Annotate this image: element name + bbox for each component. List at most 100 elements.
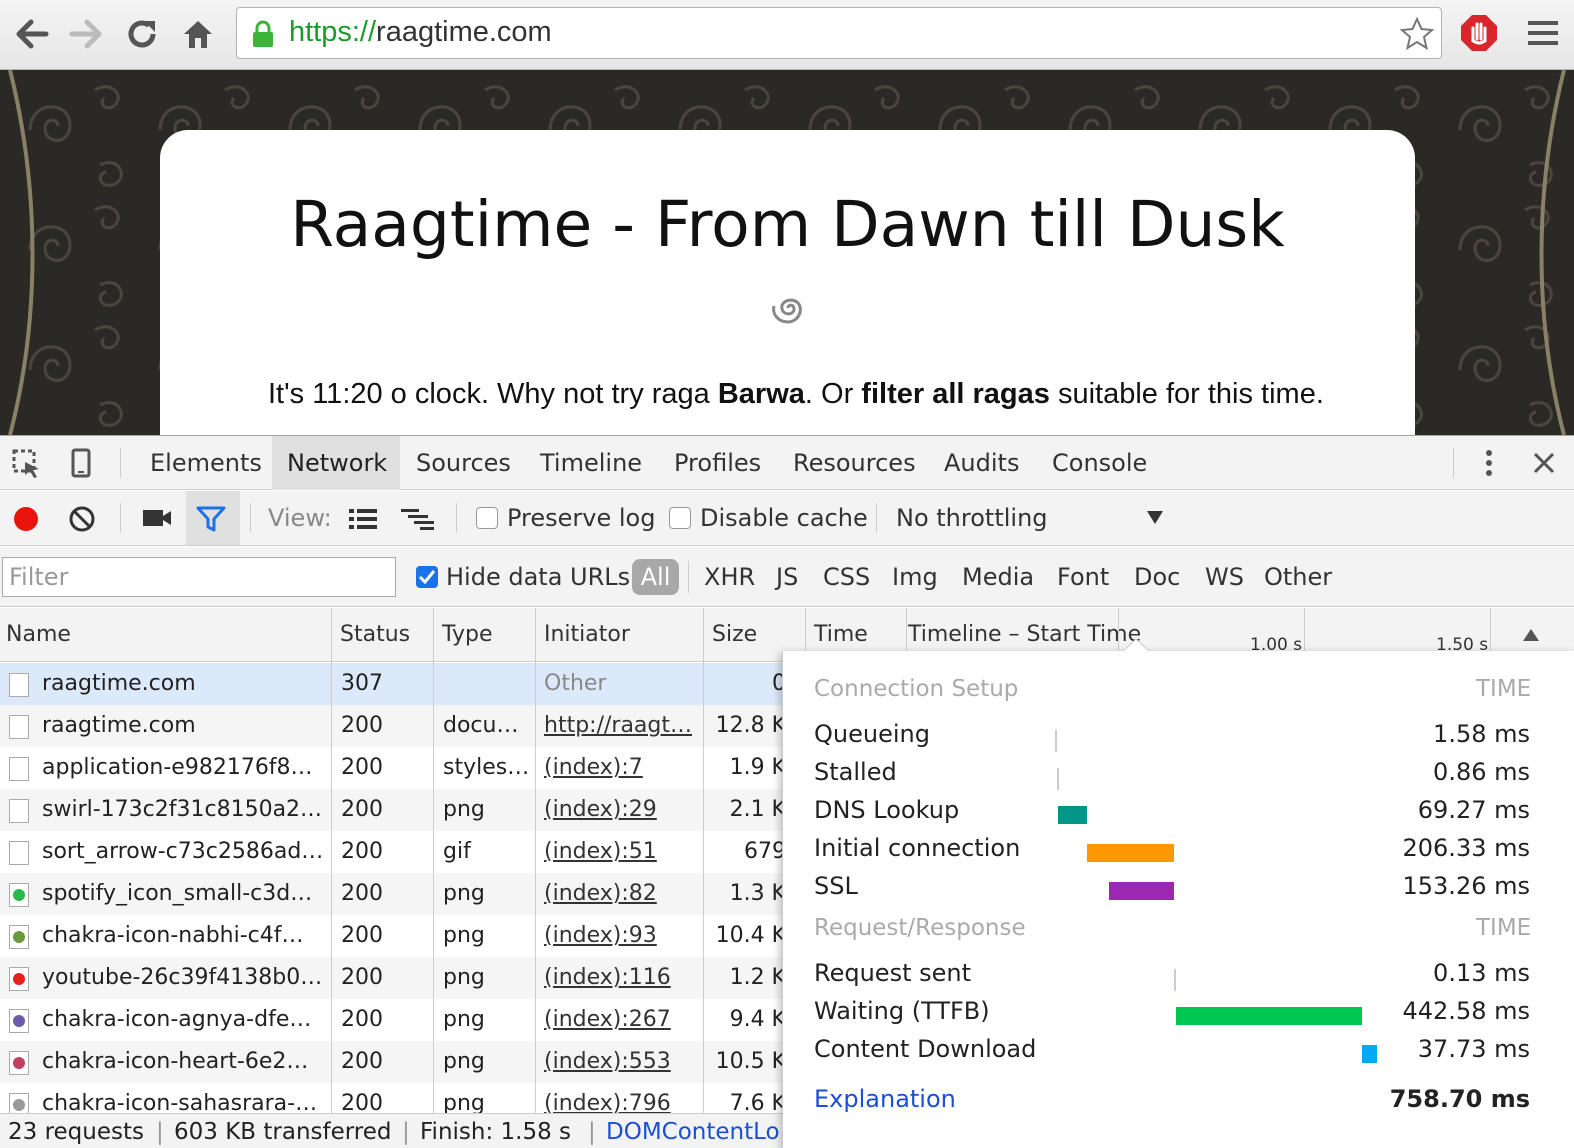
column-header-name[interactable]: Name xyxy=(0,608,71,662)
request-initiator[interactable]: (index):267 xyxy=(544,999,700,1041)
adblock-extension-button[interactable] xyxy=(1460,14,1500,54)
raga-link[interactable]: Barwa xyxy=(718,378,805,410)
tab-timeline[interactable]: Timeline xyxy=(540,436,642,490)
device-mode-icon[interactable] xyxy=(70,448,92,478)
column-header-initiator[interactable]: Initiator xyxy=(538,608,630,662)
reload-button[interactable] xyxy=(122,14,162,54)
network-toolbar: View: Preserve log Disable cache No thro… xyxy=(0,491,1574,546)
more-options-icon[interactable] xyxy=(1480,448,1498,478)
forward-button[interactable] xyxy=(66,14,106,54)
request-initiator[interactable]: (index):7 xyxy=(544,747,700,789)
request-name: youtube-26c39f4138b0… xyxy=(42,965,323,990)
timing-bar xyxy=(1087,844,1174,862)
large-rows-list-icon[interactable] xyxy=(348,507,378,531)
filter-ragas-link[interactable]: filter all ragas xyxy=(861,378,1050,410)
column-header-status[interactable]: Status xyxy=(334,608,410,662)
request-name: raagtime.com xyxy=(42,671,196,696)
request-name: raagtime.com xyxy=(42,713,196,738)
filter-funnel-icon[interactable] xyxy=(196,505,226,533)
file-icon xyxy=(9,715,29,739)
back-button[interactable] xyxy=(12,14,52,54)
clear-icon[interactable] xyxy=(68,505,96,533)
request-status: 200 xyxy=(341,713,383,738)
request-type: png xyxy=(443,965,485,990)
home-button[interactable] xyxy=(178,14,218,54)
file-icon xyxy=(9,883,29,907)
timing-label: DNS Lookup xyxy=(814,796,960,824)
dom-content-loaded: DOMContentLo xyxy=(606,1119,780,1145)
request-initiator[interactable]: (index):116 xyxy=(544,957,700,999)
request-size: 1.9 K xyxy=(729,755,786,780)
inspect-element-icon[interactable] xyxy=(12,449,42,479)
request-initiator[interactable]: (index):82 xyxy=(544,873,700,915)
url-text[interactable]: https://raagtime.com xyxy=(289,16,552,49)
stop-hand-icon xyxy=(1461,15,1497,51)
close-icon[interactable] xyxy=(1532,451,1556,475)
hide-data-urls-checkbox[interactable] xyxy=(415,565,439,589)
filter-type-media[interactable]: Media xyxy=(962,547,1034,607)
request-type: png xyxy=(443,797,485,822)
filter-type-other[interactable]: Other xyxy=(1264,547,1332,607)
menu-button[interactable] xyxy=(1526,18,1562,50)
request-initiator[interactable]: http://raagt… xyxy=(544,705,700,747)
request-type: png xyxy=(443,1007,485,1032)
filter-type-doc[interactable]: Doc xyxy=(1134,547,1180,607)
content-card: Raagtime - From Dawn till Dusk It's 11:2… xyxy=(160,130,1415,435)
tab-sources[interactable]: Sources xyxy=(416,436,511,490)
file-icon xyxy=(9,1009,29,1033)
request-initiator[interactable]: (index):796 xyxy=(544,1083,700,1113)
preserve-log-checkbox[interactable] xyxy=(476,507,498,529)
request-status: 200 xyxy=(341,881,383,906)
star-icon[interactable] xyxy=(1399,16,1435,52)
filter-type-font[interactable]: Font xyxy=(1057,547,1109,607)
filter-type-img[interactable]: Img xyxy=(892,547,938,607)
tab-console[interactable]: Console xyxy=(1052,436,1147,490)
request-status: 200 xyxy=(341,797,383,822)
time-header-2: TIME xyxy=(1476,915,1532,941)
disable-cache-label: Disable cache xyxy=(700,504,868,532)
explanation-link[interactable]: Explanation xyxy=(814,1085,956,1113)
timing-label: Initial connection xyxy=(814,834,1021,862)
filter-type-js[interactable]: JS xyxy=(776,547,798,607)
request-size: 1.2 K xyxy=(729,965,786,990)
dropdown-triangle-icon xyxy=(1147,511,1163,524)
timing-bar xyxy=(1057,768,1059,790)
timing-bar xyxy=(1058,806,1088,824)
swirl-icon xyxy=(772,298,802,324)
filter-type-css[interactable]: CSS xyxy=(823,547,870,607)
tab-profiles[interactable]: Profiles xyxy=(674,436,761,490)
column-header-type[interactable]: Type xyxy=(436,608,493,662)
filter-type-all[interactable]: All xyxy=(632,559,679,595)
file-icon xyxy=(9,925,29,949)
request-initiator[interactable]: (index):51 xyxy=(544,831,700,873)
address-bar[interactable]: https://raagtime.com xyxy=(236,7,1442,59)
request-initiator[interactable]: (index):29 xyxy=(544,789,700,831)
request-initiator[interactable]: (index):93 xyxy=(544,915,700,957)
filter-input[interactable] xyxy=(2,557,396,597)
tab-network[interactable]: Network xyxy=(272,436,400,490)
disable-cache-checkbox[interactable] xyxy=(669,507,691,529)
request-status: 200 xyxy=(341,1049,383,1074)
request-name: chakra-icon-heart-6e2… xyxy=(42,1049,309,1074)
request-size: 12.8 K xyxy=(715,713,786,738)
total-time: 758.70 ms xyxy=(1389,1085,1530,1113)
timing-label: Request sent xyxy=(814,959,972,987)
filter-type-xhr[interactable]: XHR xyxy=(704,547,755,607)
tab-audits[interactable]: Audits xyxy=(944,436,1019,490)
sort-ascending-icon[interactable] xyxy=(1522,628,1540,642)
timing-bar xyxy=(1173,969,1176,991)
timing-label: Content Download xyxy=(814,1035,1037,1063)
home-icon xyxy=(184,21,212,48)
waterfall-overview-icon[interactable] xyxy=(400,507,436,531)
throttling-select[interactable]: No throttling xyxy=(890,491,1180,545)
tab-elements[interactable]: Elements xyxy=(150,436,262,490)
file-icon xyxy=(9,799,29,823)
timing-value: 1.58 ms xyxy=(1433,720,1530,748)
tab-resources[interactable]: Resources xyxy=(793,436,916,490)
filter-type-ws[interactable]: WS xyxy=(1205,547,1244,607)
request-initiator[interactable]: (index):553 xyxy=(544,1041,700,1083)
file-icon xyxy=(9,967,29,991)
screenshot-camera-icon[interactable] xyxy=(142,507,172,529)
record-icon[interactable] xyxy=(12,505,40,533)
column-header-size[interactable]: Size xyxy=(706,608,757,662)
